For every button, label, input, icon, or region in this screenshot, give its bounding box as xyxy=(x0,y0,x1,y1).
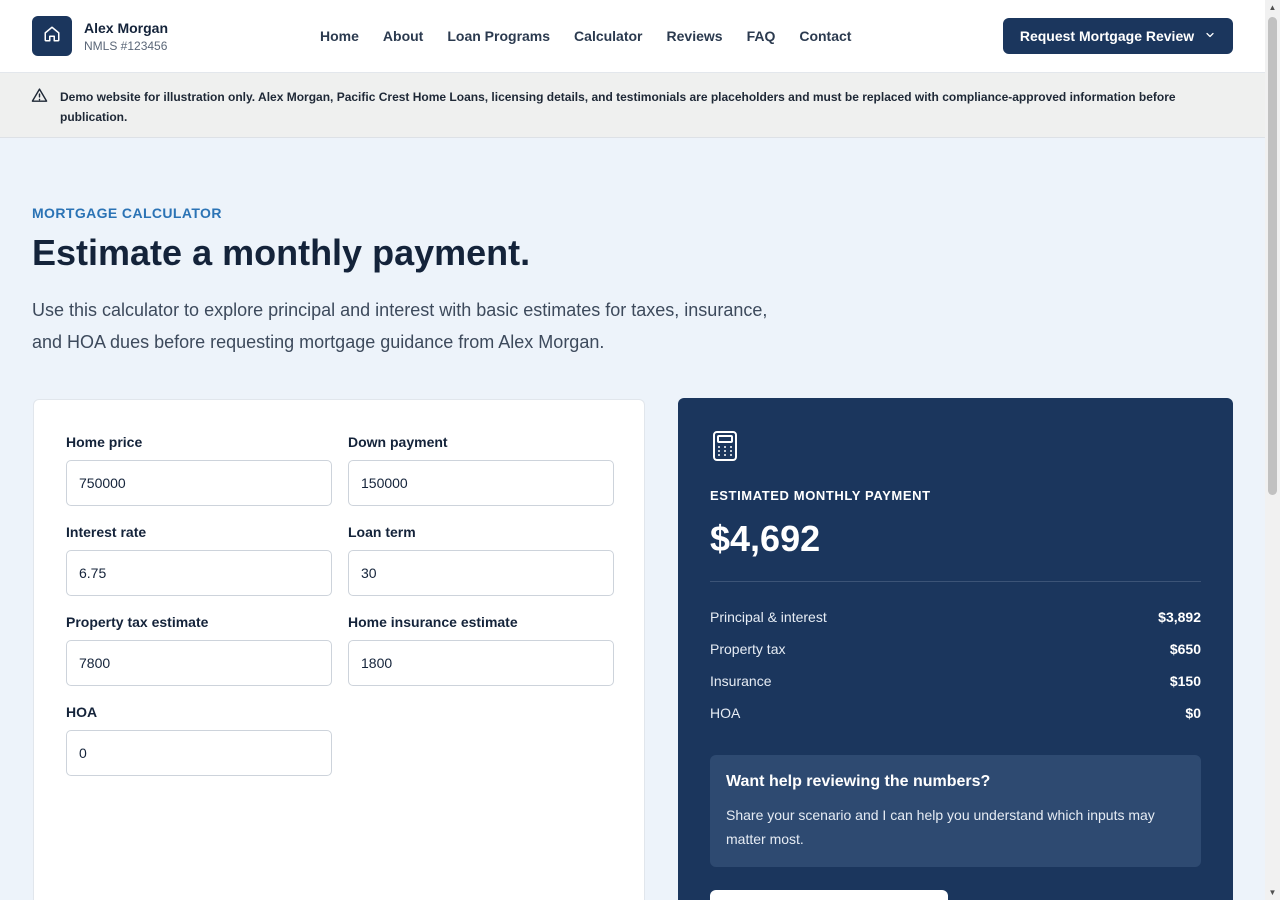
breakdown-label: Property tax xyxy=(710,641,786,657)
main-nav: Home About Loan Programs Calculator Revi… xyxy=(320,28,875,44)
loan-term-label: Loan term xyxy=(348,524,416,540)
breakdown-row-property-tax: Property tax $650 xyxy=(710,641,1201,657)
property-tax-label: Property tax estimate xyxy=(66,614,209,630)
chevron-down-icon xyxy=(1204,28,1216,44)
breakdown-row-insurance: Insurance $150 xyxy=(710,673,1201,689)
home-price-input[interactable] xyxy=(66,460,332,506)
hoa-input[interactable] xyxy=(66,730,332,776)
breakdown-label: Insurance xyxy=(710,673,772,689)
breakdown-value: $150 xyxy=(1169,673,1201,689)
nav-faq[interactable]: FAQ xyxy=(747,28,776,44)
breakdown-label: HOA xyxy=(710,705,741,721)
home-icon xyxy=(43,25,61,48)
home-price-label: Home price xyxy=(66,434,143,450)
nav-contact[interactable]: Contact xyxy=(799,28,851,44)
interest-rate-input[interactable] xyxy=(66,550,332,596)
home-insurance-label: Home insurance estimate xyxy=(348,614,518,630)
home-insurance-input[interactable] xyxy=(348,640,614,686)
estimated-payment-label: ESTIMATED MONTHLY PAYMENT xyxy=(710,488,931,503)
calculator-form-card: Home price Down payment Interest rate Lo… xyxy=(33,399,645,900)
breakdown-label: Principal & interest xyxy=(710,609,827,625)
breakdown-row-principal-interest: Principal & interest $3,892 xyxy=(710,609,1201,625)
breakdown-value: $650 xyxy=(1169,641,1201,657)
request-mortgage-review-label: Request Mortgage Review xyxy=(1019,28,1195,44)
breakdown-row-hoa: HOA $0 xyxy=(710,705,1201,721)
property-tax-input[interactable] xyxy=(66,640,332,686)
interest-rate-label: Interest rate xyxy=(66,524,147,540)
site-header: Alex Morgan NMLS #123456 Home About Loan… xyxy=(0,0,1265,73)
scroll-down-arrow-icon[interactable]: ▼ xyxy=(1265,885,1280,900)
warning-icon xyxy=(31,87,48,109)
payment-result-card: ESTIMATED MONTHLY PAYMENT $4,692 Princip… xyxy=(678,398,1233,900)
estimated-payment-amount: $4,692 xyxy=(710,518,821,559)
nav-reviews[interactable]: Reviews xyxy=(667,28,723,44)
hoa-label: HOA xyxy=(66,704,98,720)
result-divider xyxy=(710,581,1201,582)
down-payment-input[interactable] xyxy=(348,460,614,506)
down-payment-label: Down payment xyxy=(348,434,448,450)
page-title: Estimate a monthly payment. xyxy=(32,232,531,273)
intro-text: Use this calculator to explore principal… xyxy=(32,300,768,352)
demo-notice-text: Demo website for illustration only. Alex… xyxy=(60,90,1176,124)
nav-calculator[interactable]: Calculator xyxy=(574,28,642,44)
request-mortgage-review-button[interactable]: Request Mortgage Review xyxy=(1003,18,1233,54)
nav-loan-programs[interactable]: Loan Programs xyxy=(447,28,550,44)
scroll-thumb[interactable] xyxy=(1268,17,1277,495)
demo-notice-banner: Demo website for illustration only. Alex… xyxy=(0,73,1265,138)
help-title: Want help reviewing the numbers? xyxy=(726,773,991,790)
calculator-icon xyxy=(711,430,739,467)
brand-nmls: NMLS #123456 xyxy=(84,39,168,53)
breakdown-value: $3,892 xyxy=(1158,609,1201,625)
logo[interactable] xyxy=(32,16,72,56)
section-eyebrow: MORTGAGE CALCULATOR xyxy=(32,205,222,221)
nav-home[interactable]: Home xyxy=(320,28,359,44)
page-scrollbar[interactable]: ▲ ▼ xyxy=(1265,0,1280,900)
nav-about[interactable]: About xyxy=(383,28,423,44)
breakdown-value: $0 xyxy=(1185,705,1201,721)
scroll-up-arrow-icon[interactable]: ▲ xyxy=(1265,0,1280,15)
help-text: Share your scenario and I can help you u… xyxy=(726,807,1155,847)
help-callout: Want help reviewing the numbers? Share y… xyxy=(710,755,1201,867)
loan-term-input[interactable] xyxy=(348,550,614,596)
brand-name: Alex Morgan xyxy=(84,20,169,36)
review-numbers-button[interactable] xyxy=(710,890,948,900)
